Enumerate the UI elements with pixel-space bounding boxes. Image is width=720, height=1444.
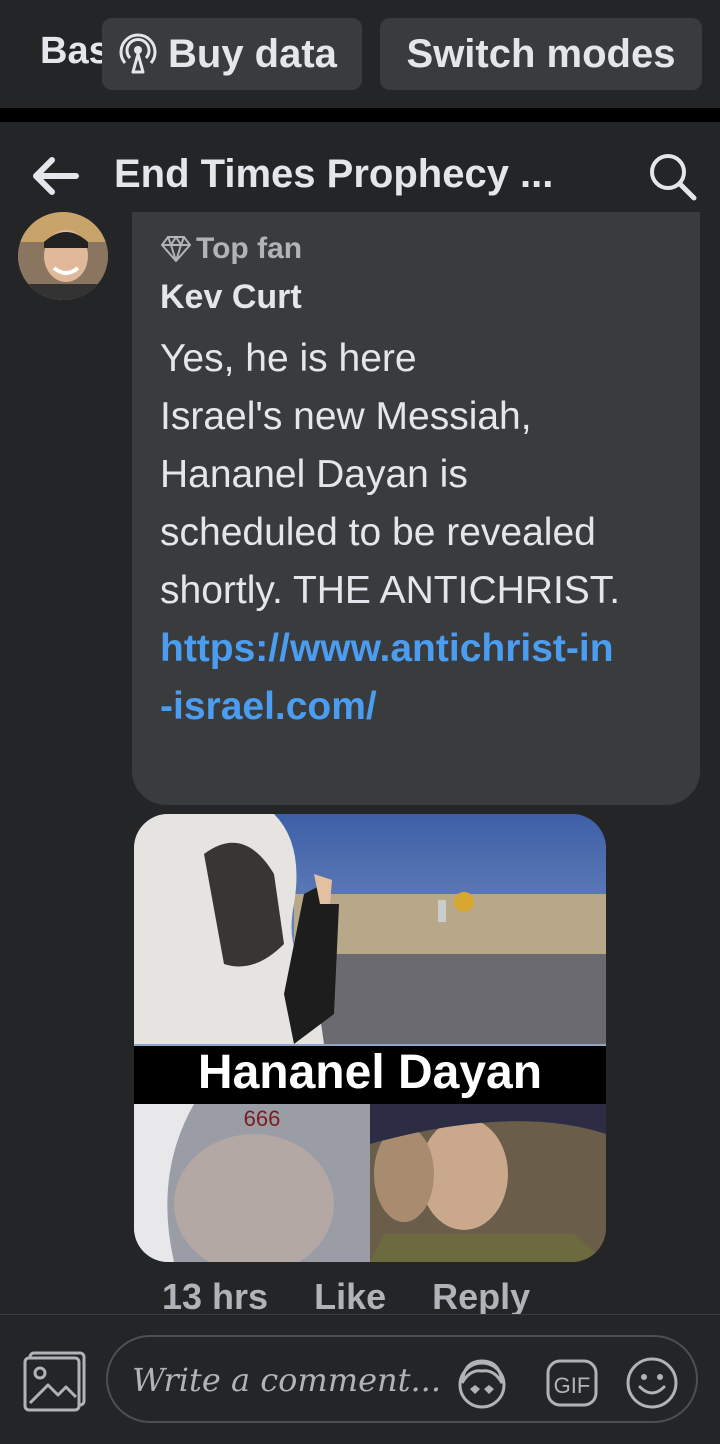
comment-text: Yes, he is here Israel's new Messiah, Ha… — [160, 330, 680, 736]
signal-icon — [119, 33, 157, 74]
diamond-icon — [161, 236, 191, 262]
comment-actions: 13 hrs Like Reply — [162, 1276, 530, 1318]
gif-icon[interactable]: GIF — [544, 1355, 600, 1411]
banner-label: Bas — [40, 30, 110, 72]
comment-composer: Write a comment... GIF — [0, 1314, 720, 1444]
image-caption: Hananel Dayan — [198, 1046, 542, 1099]
image-content: Hananel Dayan 666 — [134, 814, 606, 1262]
page-title: End Times Prophecy ... — [114, 152, 554, 196]
comment-time: 13 hrs — [162, 1276, 269, 1317]
avatar[interactable] — [18, 212, 108, 300]
badge-label: Top fan — [196, 232, 303, 265]
avatar-sticker-icon[interactable] — [454, 1355, 510, 1411]
switch-modes-label: Switch modes — [406, 31, 676, 76]
avatar-photo — [18, 212, 108, 300]
comment-input[interactable]: Write a comment... GIF — [106, 1335, 698, 1423]
comment-bubble: Top fan Kev Curt Yes, he is here Israel'… — [132, 212, 700, 805]
photo-icon[interactable] — [22, 1349, 88, 1413]
gif-label: GIF — [554, 1373, 591, 1398]
buy-data-button[interactable]: Buy data — [102, 18, 362, 90]
top-fan-badge: Top fan — [160, 232, 302, 266]
comment-image[interactable]: Hananel Dayan 666 — [134, 814, 606, 1262]
emoji-icon[interactable] — [624, 1355, 680, 1411]
reply-button[interactable]: Reply — [432, 1276, 530, 1318]
search-icon[interactable] — [646, 150, 698, 202]
image-number: 666 — [244, 1106, 281, 1131]
like-button[interactable]: Like — [314, 1276, 386, 1318]
comment-body: Yes, he is here Israel's new Messiah, Ha… — [160, 337, 621, 612]
switch-modes-button[interactable]: Switch modes — [380, 18, 702, 90]
back-arrow-icon[interactable] — [28, 154, 80, 198]
buy-data-label: Buy data — [168, 31, 337, 76]
comment-link[interactable]: https://www.antichrist-in -israel.com/ — [160, 620, 680, 736]
comment-placeholder: Write a comment... — [132, 1361, 441, 1399]
comment-author[interactable]: Kev Curt — [160, 278, 302, 317]
divider — [0, 108, 720, 122]
data-mode-banner: Bas Buy data Switch modes — [0, 0, 720, 108]
